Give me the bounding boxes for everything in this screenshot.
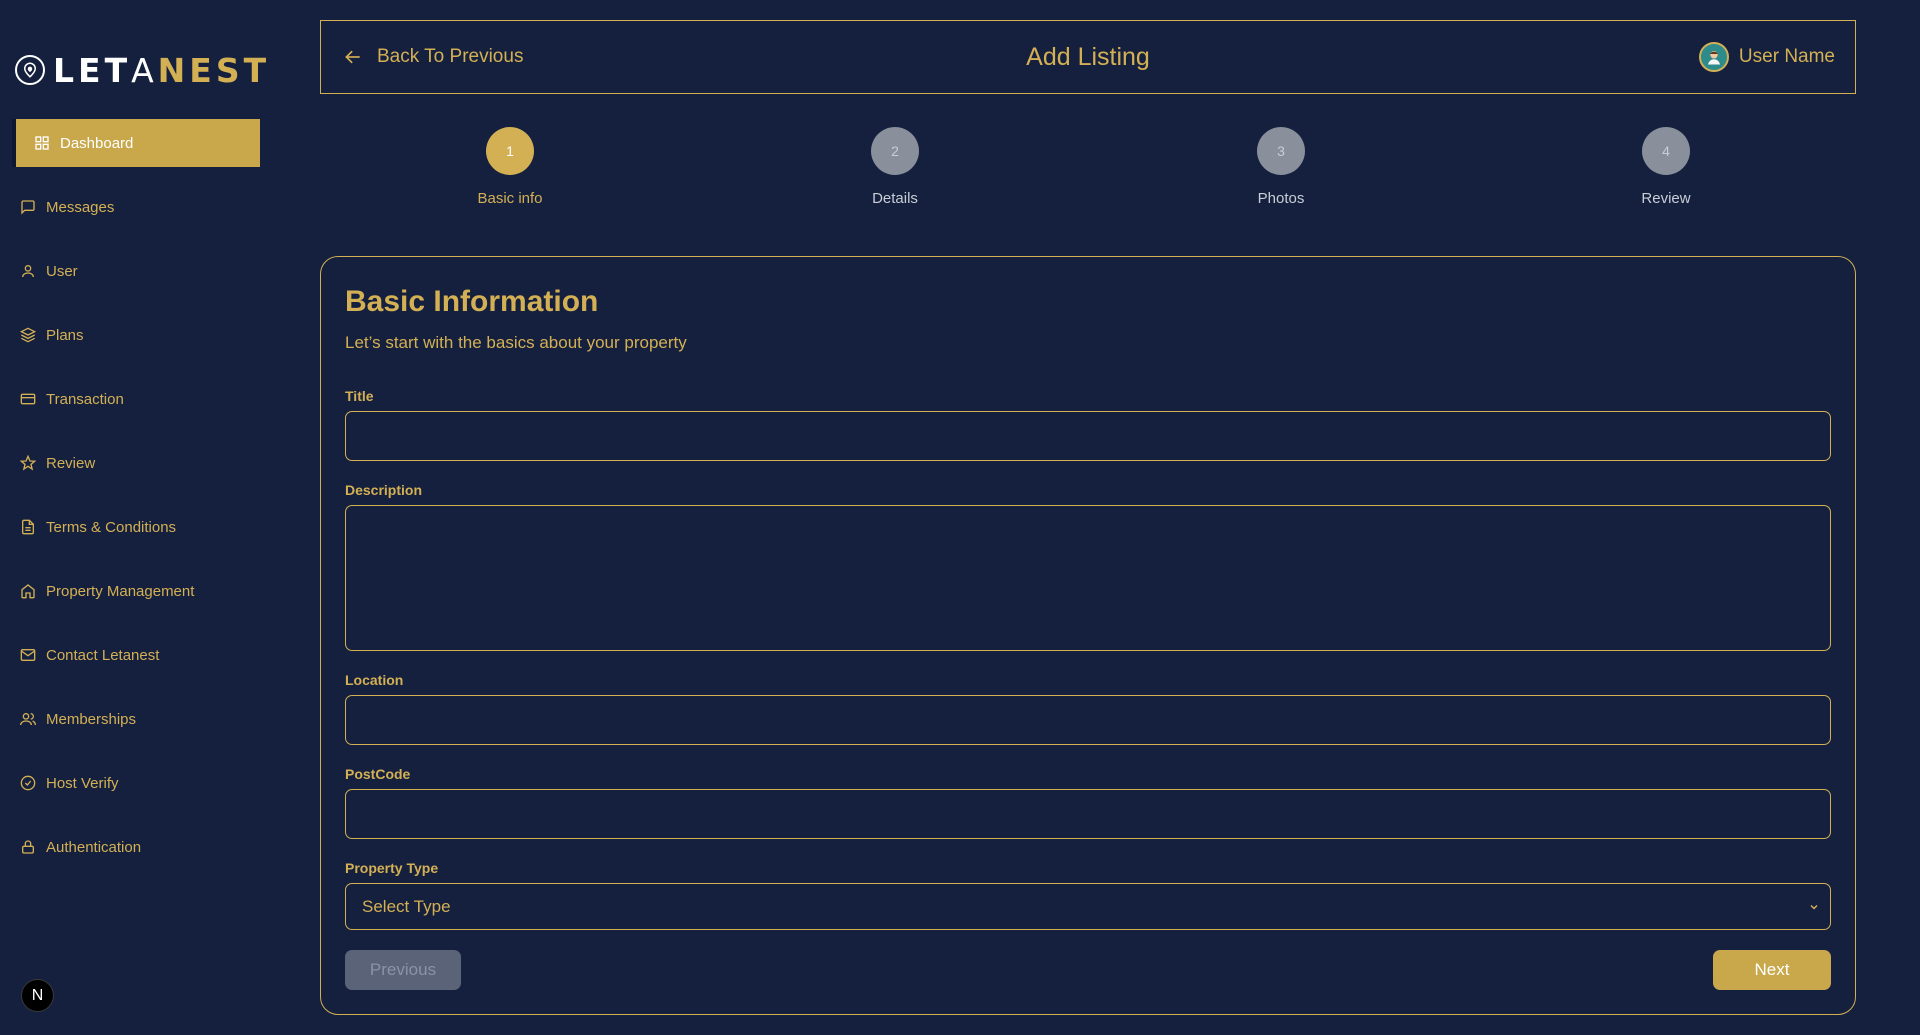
sidebar-item-review[interactable]: Review: [0, 439, 260, 487]
location-label: Location: [345, 672, 404, 688]
home-icon: [21, 584, 35, 599]
sidebar-item-label: User: [46, 262, 78, 280]
postcode-label: PostCode: [345, 766, 411, 782]
lock-icon: [22, 840, 34, 854]
sidebar-item-label: Contact Letanest: [46, 646, 160, 664]
chevron-down-icon: [1810, 904, 1818, 910]
sidebar-item-label: Plans: [46, 326, 84, 344]
message-icon: [21, 200, 35, 215]
sidebar-item-authentication[interactable]: Authentication: [0, 823, 260, 871]
document-icon: [22, 519, 34, 535]
sidebar-item-property-management[interactable]: Property Management: [0, 567, 260, 615]
sidebar-item-label: Property Management: [46, 582, 195, 600]
step-label: Basic info: [477, 190, 543, 207]
page-title: Add Listing: [1026, 42, 1150, 71]
step-label: Details: [872, 190, 918, 207]
dev-indicator-badge[interactable]: N: [21, 979, 54, 1012]
sidebar-item-label: Transaction: [46, 390, 124, 408]
mail-icon: [20, 649, 36, 661]
sidebar-item-label: Authentication: [46, 838, 142, 856]
property-type-select[interactable]: Select Type: [345, 883, 1831, 930]
sidebar-item-label: Review: [46, 454, 96, 472]
sidebar-item-label: Terms & Conditions: [46, 518, 177, 536]
sidebar-item-label: Host Verify: [46, 774, 119, 792]
sidebar-item-transaction[interactable]: Transaction: [0, 375, 260, 423]
previous-button[interactable]: Previous: [345, 950, 461, 990]
sidebar-item-label: Dashboard: [60, 134, 134, 152]
brand-name: LETANEST: [53, 50, 271, 90]
sidebar-item-terms[interactable]: Terms & Conditions: [0, 503, 260, 551]
next-button[interactable]: Next: [1713, 950, 1831, 990]
location-input[interactable]: [345, 695, 1831, 745]
avatar: [1698, 42, 1729, 72]
step-number: 3: [1257, 127, 1305, 175]
form-heading: Basic Information: [345, 285, 599, 318]
grid-icon: [35, 136, 49, 150]
brand-logo[interactable]: LETANEST: [15, 50, 271, 90]
sidebar-item-label: Messages: [46, 198, 115, 216]
step-review: 4 Review: [1596, 127, 1736, 207]
form-subtitle: Let’s start with the basics about your p…: [345, 333, 687, 352]
property-type-selected: Select Type: [362, 896, 451, 916]
sidebar-item-label: Memberships: [46, 710, 137, 728]
user-avatar-icon: [1707, 51, 1720, 65]
logo-shield-icon: [15, 55, 45, 85]
check-circle-icon: [20, 775, 36, 791]
sidebar-item-memberships[interactable]: Memberships: [0, 695, 260, 743]
description-textarea[interactable]: [345, 505, 1831, 651]
user-menu[interactable]: User Name: [1698, 21, 1835, 93]
property-type-label: Property Type: [345, 860, 439, 876]
description-label: Description: [345, 482, 423, 498]
sidebar-item-host-verify[interactable]: Host Verify: [0, 759, 260, 807]
sidebar-nav: Dashboard Messages User Plans Transactio…: [0, 119, 260, 887]
title-label: Title: [345, 388, 374, 404]
step-photos: 3 Photos: [1211, 127, 1351, 207]
step-details: 2 Details: [825, 127, 965, 207]
sidebar-item-plans[interactable]: Plans: [0, 311, 260, 359]
user-icon: [22, 265, 34, 278]
sidebar: LETANEST Dashboard Messages User Plans T…: [0, 0, 266, 1035]
step-number: 1: [486, 127, 534, 175]
sidebar-item-messages[interactable]: Messages: [0, 183, 260, 231]
sidebar-item-contact[interactable]: Contact Letanest: [0, 631, 260, 679]
layers-icon: [20, 327, 36, 343]
step-label: Photos: [1257, 190, 1305, 207]
user-name: User Name: [1738, 46, 1835, 67]
sidebar-item-dashboard[interactable]: Dashboard: [12, 119, 260, 167]
step-basic-info: 1 Basic info: [440, 127, 580, 207]
top-header: Back To Previous Add Listing User Name: [320, 20, 1856, 94]
basic-information-form: Basic Information Let’s start with the b…: [320, 256, 1856, 1015]
step-number: 4: [1642, 127, 1690, 175]
card-icon: [20, 393, 36, 405]
star-icon: [20, 455, 36, 471]
postcode-input[interactable]: [345, 789, 1831, 839]
users-icon: [20, 713, 36, 726]
sidebar-item-user[interactable]: User: [0, 247, 260, 295]
step-label: Review: [1641, 190, 1691, 207]
title-input[interactable]: [345, 411, 1831, 461]
step-number: 2: [871, 127, 919, 175]
